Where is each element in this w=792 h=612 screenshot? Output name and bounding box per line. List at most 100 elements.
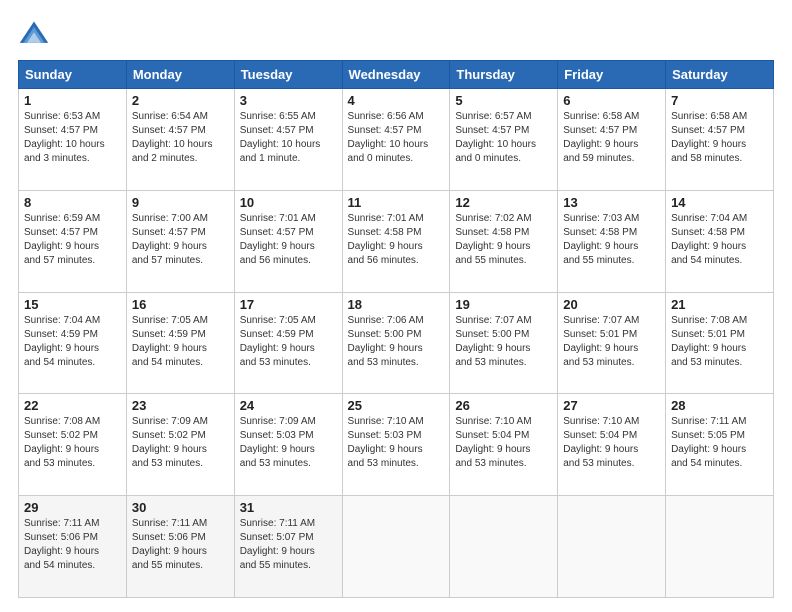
day-info: Sunrise: 7:07 AM Sunset: 5:01 PM Dayligh… [563,314,660,370]
day-cell: 31 Sunrise: 7:11 AM Sunset: 5:07 PM Dayli… [234,496,342,598]
day-info: Sunrise: 7:11 AM Sunset: 5:05 PM Dayligh… [671,415,768,471]
day-number: 3 [240,93,337,108]
day-number: 11 [348,195,445,210]
day-info: Sunrise: 7:03 AM Sunset: 4:58 PM Dayligh… [563,212,660,268]
day-cell: 10Sunrise: 7:01 AM Sunset: 4:57 PM Dayli… [234,190,342,292]
page: SundayMondayTuesdayWednesdayThursdayFrid… [0,0,792,612]
weekday-header-saturday: Saturday [666,61,774,89]
day-info: Sunrise: 6:59 AM Sunset: 4:57 PM Dayligh… [24,212,121,268]
day-info: Sunrise: 6:56 AM Sunset: 4:57 PM Dayligh… [348,110,445,166]
weekday-header-friday: Friday [558,61,666,89]
weekday-header-wednesday: Wednesday [342,61,450,89]
day-info: Sunrise: 7:11 AM Sunset: 5:07 PM Dayligh… [240,517,337,573]
day-number: 25 [348,398,445,413]
day-info: Sunrise: 7:10 AM Sunset: 5:03 PM Dayligh… [348,415,445,471]
day-number: 22 [24,398,121,413]
day-number: 18 [348,297,445,312]
day-info: Sunrise: 7:04 AM Sunset: 4:59 PM Dayligh… [24,314,121,370]
day-cell [666,496,774,598]
day-info: Sunrise: 7:06 AM Sunset: 5:00 PM Dayligh… [348,314,445,370]
day-number: 10 [240,195,337,210]
day-info: Sunrise: 6:57 AM Sunset: 4:57 PM Dayligh… [455,110,552,166]
day-cell: 9Sunrise: 7:00 AM Sunset: 4:57 PM Daylig… [126,190,234,292]
week-row-2: 8 Sunrise: 6:59 AM Sunset: 4:57 PM Daylig… [19,190,774,292]
day-cell: 26Sunrise: 7:10 AM Sunset: 5:04 PM Dayli… [450,394,558,496]
day-cell: 14 Sunrise: 7:04 AM Sunset: 4:58 PM Dayli… [666,190,774,292]
day-number: 17 [240,297,337,312]
day-info: Sunrise: 7:09 AM Sunset: 5:03 PM Dayligh… [240,415,337,471]
day-info: Sunrise: 7:05 AM Sunset: 4:59 PM Dayligh… [132,314,229,370]
day-cell: 16 Sunrise: 7:05 AM Sunset: 4:59 PM Dayli… [126,292,234,394]
week-row-3: 15 Sunrise: 7:04 AM Sunset: 4:59 PM Dayli… [19,292,774,394]
day-cell: 25 Sunrise: 7:10 AM Sunset: 5:03 PM Dayli… [342,394,450,496]
day-cell: 1 Sunrise: 6:53 AM Sunset: 4:57 PM Daylig… [19,89,127,191]
day-info: Sunrise: 7:07 AM Sunset: 5:00 PM Dayligh… [455,314,552,370]
day-info: Sunrise: 7:10 AM Sunset: 5:04 PM Dayligh… [563,415,660,471]
day-cell: 15 Sunrise: 7:04 AM Sunset: 4:59 PM Dayli… [19,292,127,394]
day-info: Sunrise: 7:08 AM Sunset: 5:01 PM Dayligh… [671,314,768,370]
day-number: 19 [455,297,552,312]
day-number: 13 [563,195,660,210]
day-cell: 28 Sunrise: 7:11 AM Sunset: 5:05 PM Dayli… [666,394,774,496]
day-info: Sunrise: 7:11 AM Sunset: 5:06 PM Dayligh… [24,517,121,573]
day-number: 28 [671,398,768,413]
day-cell: 29 Sunrise: 7:11 AM Sunset: 5:06 PM Dayli… [19,496,127,598]
day-cell: 6 Sunrise: 6:58 AM Sunset: 4:57 PM Daylig… [558,89,666,191]
weekday-header-tuesday: Tuesday [234,61,342,89]
day-number: 1 [24,93,121,108]
day-cell [342,496,450,598]
day-number: 5 [455,93,552,108]
day-number: 26 [455,398,552,413]
day-info: Sunrise: 7:02 AM Sunset: 4:58 PM Dayligh… [455,212,552,268]
day-info: Sunrise: 6:54 AM Sunset: 4:57 PM Dayligh… [132,110,229,166]
day-cell: 23 Sunrise: 7:09 AM Sunset: 5:02 PM Dayli… [126,394,234,496]
day-number: 15 [24,297,121,312]
day-number: 6 [563,93,660,108]
day-number: 4 [348,93,445,108]
day-info: Sunrise: 7:11 AM Sunset: 5:06 PM Dayligh… [132,517,229,573]
day-info: Sunrise: 6:55 AM Sunset: 4:57 PM Dayligh… [240,110,337,166]
day-cell: 27 Sunrise: 7:10 AM Sunset: 5:04 PM Dayli… [558,394,666,496]
logo [18,18,56,50]
day-info: Sunrise: 6:53 AM Sunset: 4:57 PM Dayligh… [24,110,121,166]
weekday-header-sunday: Sunday [19,61,127,89]
week-row-4: 22Sunrise: 7:08 AM Sunset: 5:02 PM Dayli… [19,394,774,496]
day-cell: 20 Sunrise: 7:07 AM Sunset: 5:01 PM Dayli… [558,292,666,394]
day-number: 30 [132,500,229,515]
day-cell: 22Sunrise: 7:08 AM Sunset: 5:02 PM Dayli… [19,394,127,496]
day-number: 29 [24,500,121,515]
day-info: Sunrise: 7:04 AM Sunset: 4:58 PM Dayligh… [671,212,768,268]
day-cell: 8 Sunrise: 6:59 AM Sunset: 4:57 PM Daylig… [19,190,127,292]
day-number: 8 [24,195,121,210]
day-cell: 18 Sunrise: 7:06 AM Sunset: 5:00 PM Dayli… [342,292,450,394]
day-info: Sunrise: 6:58 AM Sunset: 4:57 PM Dayligh… [563,110,660,166]
day-number: 27 [563,398,660,413]
day-number: 31 [240,500,337,515]
day-cell: 11 Sunrise: 7:01 AM Sunset: 4:58 PM Dayli… [342,190,450,292]
week-row-5: 29 Sunrise: 7:11 AM Sunset: 5:06 PM Dayli… [19,496,774,598]
day-cell: 12 Sunrise: 7:02 AM Sunset: 4:58 PM Dayli… [450,190,558,292]
day-number: 12 [455,195,552,210]
day-number: 16 [132,297,229,312]
day-info: Sunrise: 7:01 AM Sunset: 4:58 PM Dayligh… [348,212,445,268]
day-cell: 2Sunrise: 6:54 AM Sunset: 4:57 PM Daylig… [126,89,234,191]
day-cell: 13 Sunrise: 7:03 AM Sunset: 4:58 PM Dayli… [558,190,666,292]
weekday-header-thursday: Thursday [450,61,558,89]
logo-icon [18,18,50,50]
weekday-header-monday: Monday [126,61,234,89]
day-cell: 3 Sunrise: 6:55 AM Sunset: 4:57 PM Daylig… [234,89,342,191]
header [18,18,774,50]
day-cell [450,496,558,598]
day-cell: 21Sunrise: 7:08 AM Sunset: 5:01 PM Dayli… [666,292,774,394]
day-cell: 24Sunrise: 7:09 AM Sunset: 5:03 PM Dayli… [234,394,342,496]
day-number: 14 [671,195,768,210]
day-cell: 5 Sunrise: 6:57 AM Sunset: 4:57 PM Daylig… [450,89,558,191]
week-row-1: 1 Sunrise: 6:53 AM Sunset: 4:57 PM Daylig… [19,89,774,191]
day-number: 7 [671,93,768,108]
day-cell: 7 Sunrise: 6:58 AM Sunset: 4:57 PM Daylig… [666,89,774,191]
day-info: Sunrise: 7:09 AM Sunset: 5:02 PM Dayligh… [132,415,229,471]
day-info: Sunrise: 6:58 AM Sunset: 4:57 PM Dayligh… [671,110,768,166]
day-number: 20 [563,297,660,312]
day-number: 23 [132,398,229,413]
day-cell: 17Sunrise: 7:05 AM Sunset: 4:59 PM Dayli… [234,292,342,394]
